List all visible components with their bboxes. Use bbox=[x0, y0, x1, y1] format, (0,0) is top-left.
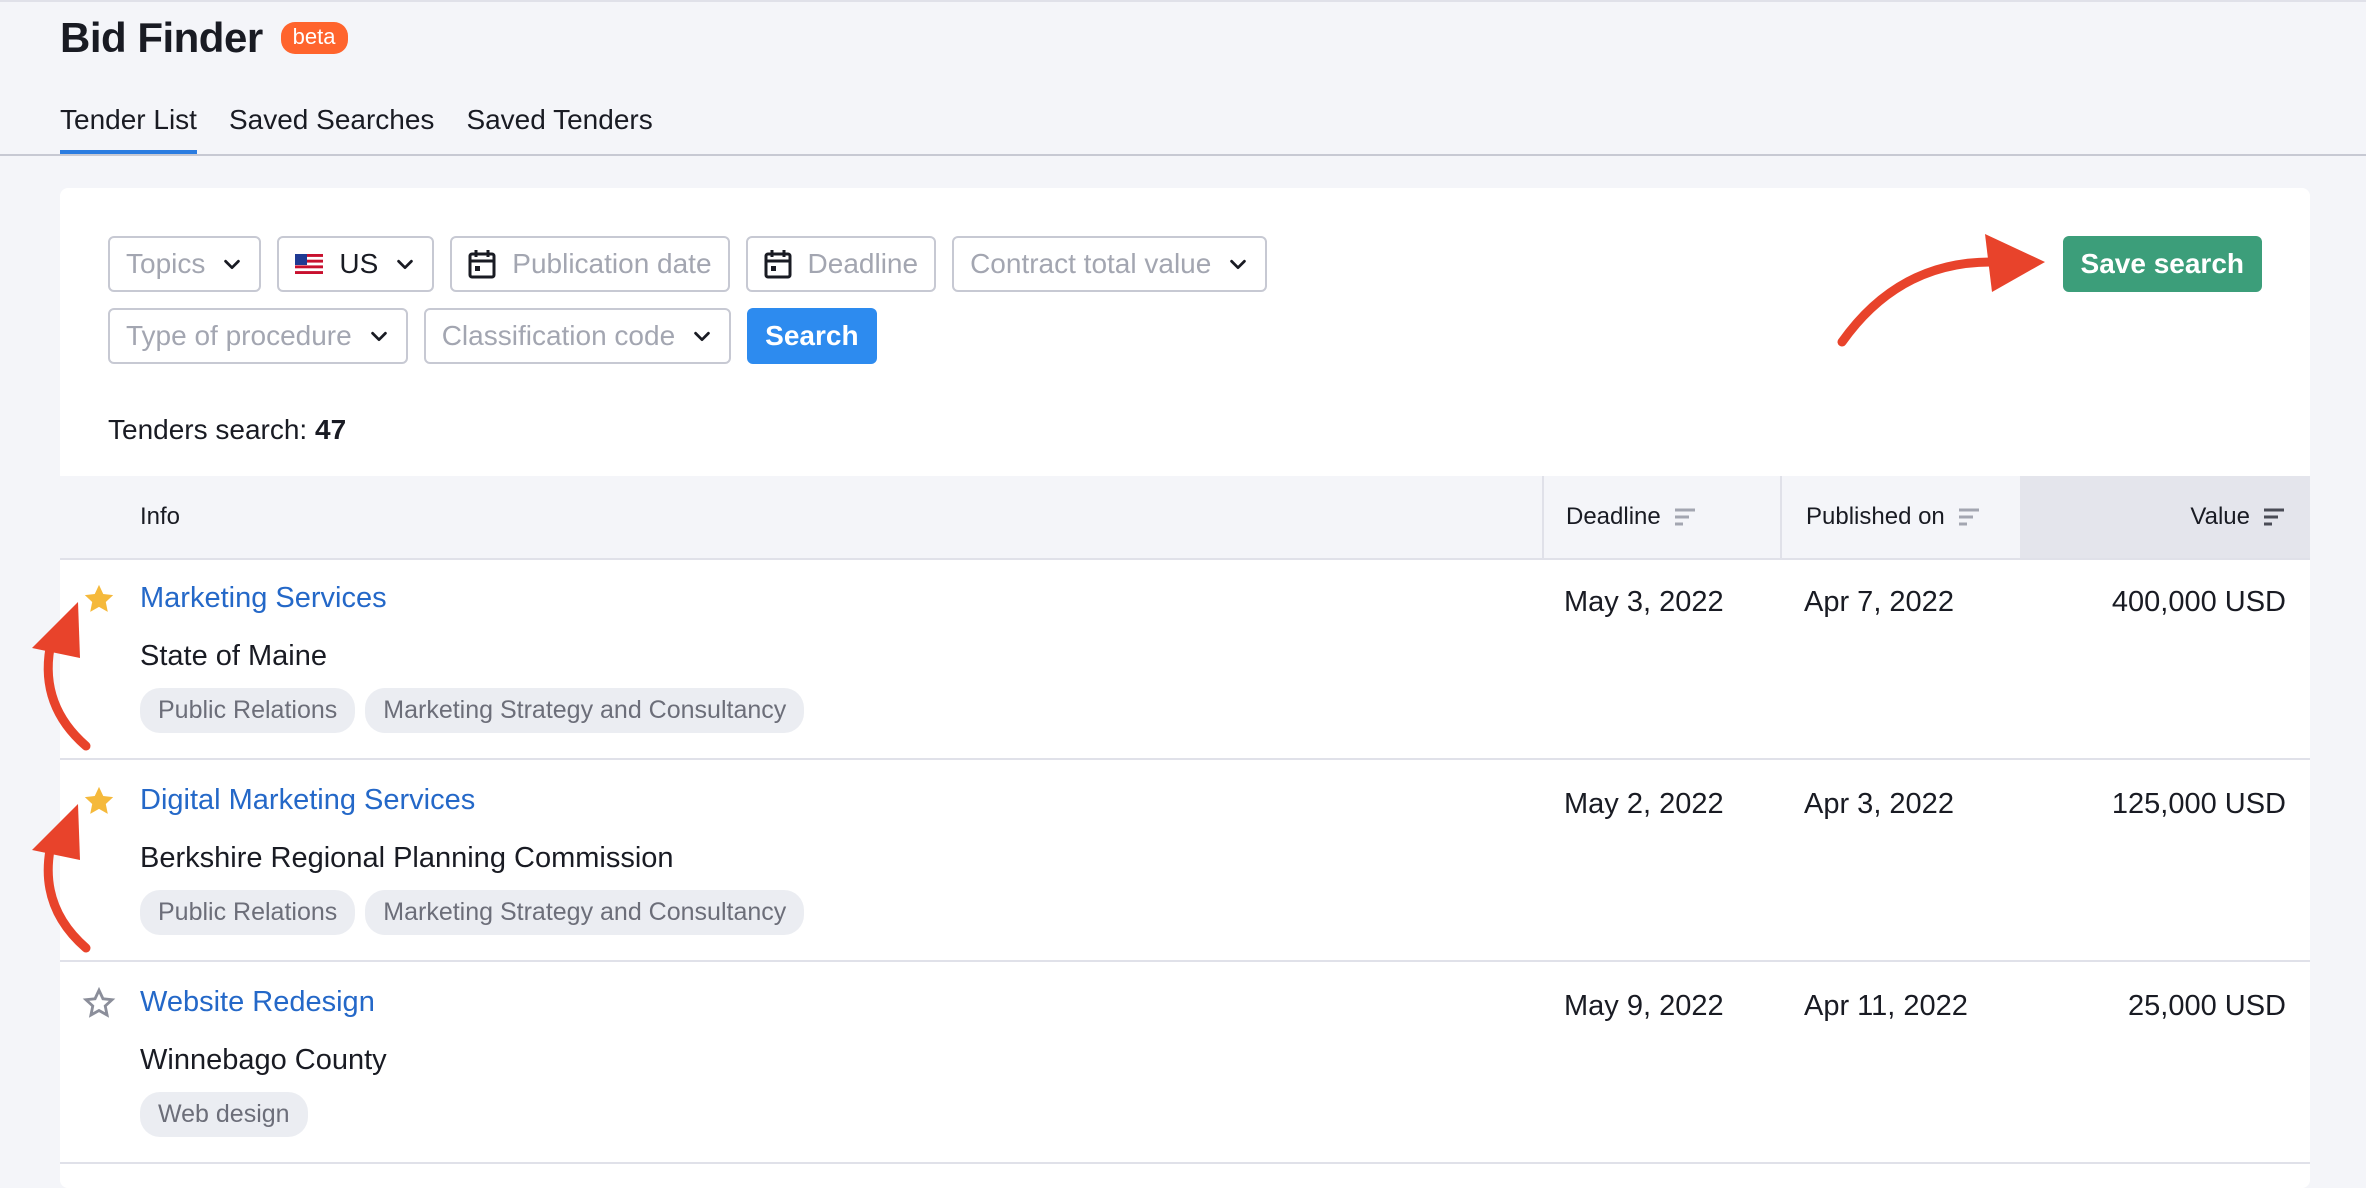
column-header-value[interactable]: Value bbox=[2020, 476, 2310, 558]
contract-value-label: Contract total value bbox=[970, 248, 1212, 279]
search-button[interactable]: Search bbox=[747, 308, 877, 364]
calendar-icon bbox=[764, 250, 792, 279]
topics-label: Topics bbox=[126, 248, 206, 279]
classification-label: Classification code bbox=[441, 320, 676, 351]
column-header-deadline[interactable]: Deadline bbox=[1542, 476, 1780, 558]
tender-title-link[interactable]: Marketing Services bbox=[140, 582, 387, 615]
column-header-published[interactable]: Published on bbox=[1780, 476, 2020, 558]
column-header-value-label: Value bbox=[2190, 503, 2250, 530]
country-label: US bbox=[339, 248, 379, 279]
column-header-info: Info bbox=[140, 503, 181, 530]
tender-organization: Winnebago County bbox=[140, 1044, 387, 1076]
tab-saved-searches[interactable]: Saved Searches bbox=[229, 104, 434, 154]
filter-row-1: Topics US Publication date Deadline Cont… bbox=[108, 236, 1268, 292]
sort-icon bbox=[2264, 508, 2284, 526]
calendar-icon bbox=[468, 250, 496, 279]
tab-saved-tenders[interactable]: Saved Tenders bbox=[466, 104, 652, 154]
tender-tags: Public Relations Marketing Strategy and … bbox=[140, 688, 805, 733]
tender-organization: Berkshire Regional Planning Commission bbox=[140, 842, 674, 874]
save-search-button[interactable]: Save search bbox=[2062, 236, 2262, 292]
tender-deadline: May 2, 2022 bbox=[1564, 788, 1724, 820]
top-border bbox=[0, 0, 2366, 2]
tender-organization: State of Maine bbox=[140, 640, 327, 672]
chevron-down-icon bbox=[224, 259, 241, 270]
tender-card: Topics US Publication date Deadline Cont… bbox=[60, 188, 2310, 1188]
results-number: 47 bbox=[315, 414, 347, 445]
tag[interactable]: Marketing Strategy and Consultancy bbox=[365, 890, 805, 935]
tag[interactable]: Public Relations bbox=[140, 688, 356, 733]
results-count: Tenders search: 47 bbox=[108, 414, 346, 446]
tender-published: Apr 7, 2022 bbox=[1804, 586, 1954, 618]
tender-published: Apr 11, 2022 bbox=[1804, 990, 1968, 1022]
beta-badge: beta bbox=[280, 22, 348, 54]
classification-dropdown[interactable]: Classification code bbox=[423, 308, 732, 364]
tender-tags: Public Relations Marketing Strategy and … bbox=[140, 890, 805, 935]
tender-deadline: May 3, 2022 bbox=[1564, 586, 1724, 618]
tag[interactable]: Marketing Strategy and Consultancy bbox=[365, 688, 805, 733]
chevron-down-icon bbox=[370, 331, 387, 342]
tab-bar: Tender List Saved Searches Saved Tenders bbox=[60, 104, 653, 154]
chevron-down-icon bbox=[1230, 259, 1247, 270]
publication-date-picker[interactable]: Publication date bbox=[450, 236, 730, 292]
topics-dropdown[interactable]: Topics bbox=[108, 236, 262, 292]
column-header-deadline-label: Deadline bbox=[1566, 503, 1661, 530]
chevron-down-icon bbox=[397, 259, 414, 270]
table-header: Info Deadline Published on Value bbox=[60, 476, 2310, 560]
chevron-down-icon bbox=[694, 331, 710, 342]
results-label: Tenders search: bbox=[108, 414, 308, 445]
deadline-picker[interactable]: Deadline bbox=[745, 236, 937, 292]
deadline-filter-label: Deadline bbox=[807, 248, 919, 279]
sort-icon bbox=[1958, 508, 1979, 526]
publication-date-label: Publication date bbox=[512, 248, 712, 279]
procedure-dropdown[interactable]: Type of procedure bbox=[108, 308, 408, 364]
table-row: Digital Marketing Services Berkshire Reg… bbox=[60, 760, 2310, 962]
tender-tags: Web design bbox=[140, 1092, 308, 1137]
country-dropdown[interactable]: US bbox=[277, 236, 435, 292]
sort-icon bbox=[1674, 508, 1695, 526]
table-row: Marketing Services State of Maine Public… bbox=[60, 558, 2310, 760]
table-row: Website Redesign Winnebago County Web de… bbox=[60, 962, 2310, 1164]
page-header: Bid Finder beta bbox=[60, 14, 348, 62]
tender-title-link[interactable]: Website Redesign bbox=[140, 986, 375, 1019]
tender-value: 25,000 USD bbox=[2128, 990, 2286, 1022]
star-filled-icon[interactable] bbox=[82, 582, 116, 616]
tab-tender-list[interactable]: Tender List bbox=[60, 104, 197, 154]
tender-value: 400,000 USD bbox=[2111, 586, 2286, 618]
procedure-label: Type of procedure bbox=[126, 320, 352, 351]
column-header-published-label: Published on bbox=[1806, 503, 1945, 530]
tender-value: 125,000 USD bbox=[2111, 788, 2286, 820]
tag[interactable]: Public Relations bbox=[140, 890, 356, 935]
tender-deadline: May 9, 2022 bbox=[1564, 990, 1724, 1022]
contract-value-dropdown[interactable]: Contract total value bbox=[952, 236, 1268, 292]
tag[interactable]: Web design bbox=[140, 1092, 308, 1137]
tender-title-link[interactable]: Digital Marketing Services bbox=[140, 784, 475, 817]
star-filled-icon[interactable] bbox=[82, 784, 116, 818]
tender-published: Apr 3, 2022 bbox=[1804, 788, 1954, 820]
star-outline-icon[interactable] bbox=[82, 986, 116, 1020]
tabs-divider bbox=[0, 154, 2366, 156]
us-flag-icon bbox=[295, 254, 324, 274]
page-title: Bid Finder bbox=[60, 14, 263, 61]
filter-row-2: Type of procedure Classification code Se… bbox=[108, 308, 877, 364]
